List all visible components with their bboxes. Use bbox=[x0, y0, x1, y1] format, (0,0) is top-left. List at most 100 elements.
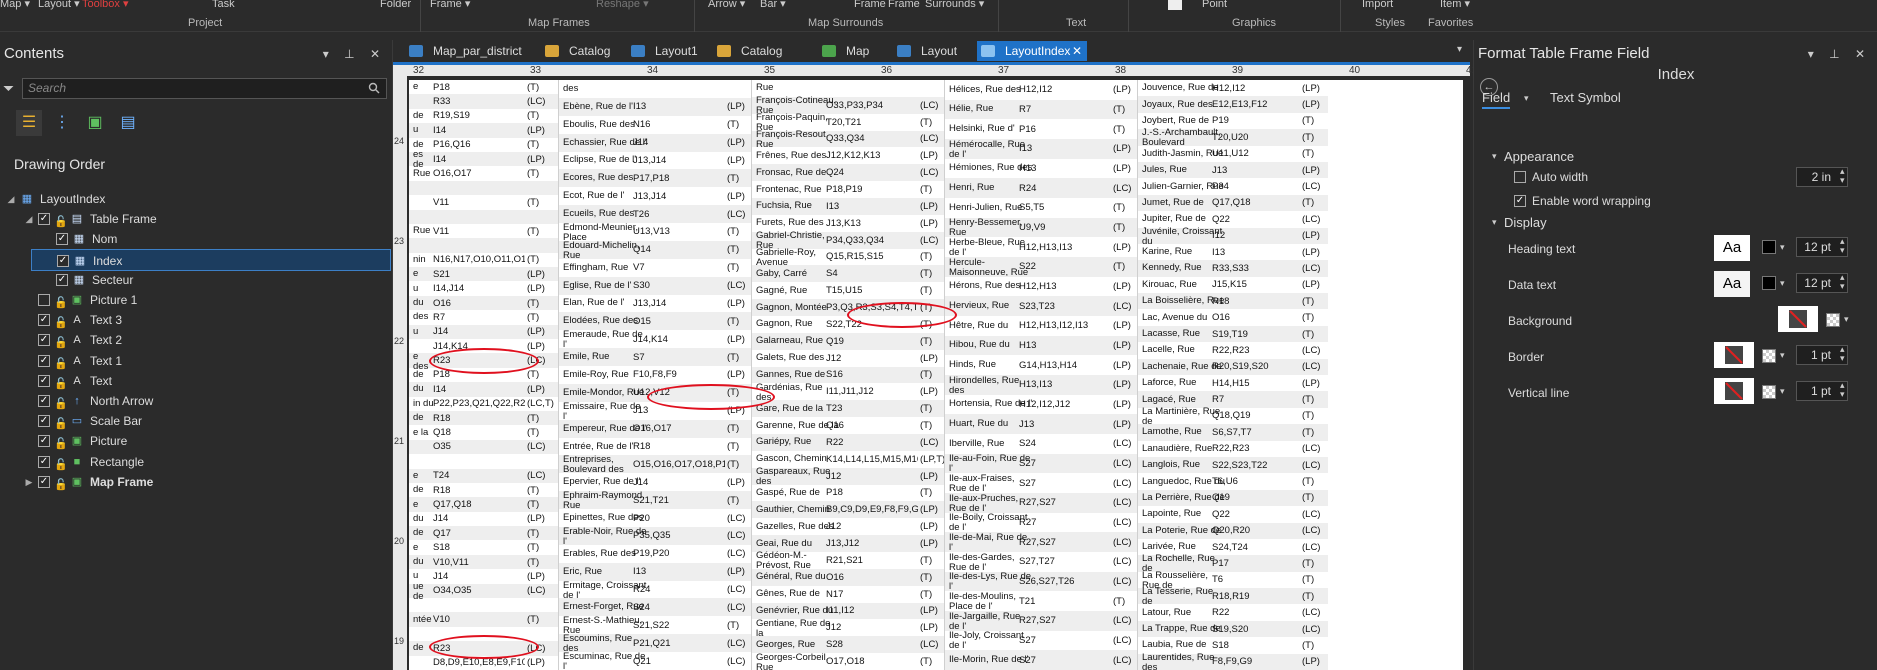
visibility-checkbox[interactable]: ✓ bbox=[56, 273, 68, 286]
expand-chevron-icon[interactable]: ▾ bbox=[1492, 151, 1497, 162]
ribbon-surrounds[interactable]: Surrounds ▾ bbox=[925, 0, 984, 11]
ribbon-item[interactable]: Item ▾ bbox=[1440, 0, 1470, 11]
visibility-checkbox[interactable]: ✓ bbox=[38, 314, 50, 327]
tab-map-par-district[interactable]: Map_par_district bbox=[405, 41, 522, 61]
visibility-checkbox[interactable]: ✓ bbox=[38, 395, 50, 407]
ribbon-reshape[interactable]: Reshape ▾ bbox=[596, 0, 649, 11]
tab-catalog[interactable]: Catalog bbox=[541, 41, 610, 61]
expand-caret-icon[interactable]: ◢ bbox=[24, 208, 34, 230]
heading-text-symbol[interactable]: Aa bbox=[1714, 235, 1750, 261]
source-list-icon[interactable]: ▣ bbox=[82, 110, 108, 136]
spin-icon[interactable]: ▴ ▾ bbox=[1840, 345, 1845, 363]
visibility-checkbox[interactable]: ✓ bbox=[38, 213, 50, 226]
visibility-checkbox[interactable]: ✓ bbox=[38, 455, 50, 468]
visibility-checkbox[interactable]: ✓ bbox=[38, 415, 50, 428]
layer-north-arrow[interactable]: ✓ 🔓 ↑ North Arrow bbox=[0, 390, 392, 412]
ribbon-toolbox-menu[interactable]: Toolbox ▾ bbox=[82, 0, 129, 11]
border-color-swatch[interactable] bbox=[1762, 349, 1776, 363]
close-icon[interactable]: ✕ bbox=[1072, 41, 1082, 61]
layer-nom[interactable]: ✓ ▦ Nom bbox=[0, 228, 392, 250]
selection-list-icon[interactable]: ⋮ bbox=[49, 110, 75, 136]
display-heading[interactable]: Display bbox=[1504, 215, 1547, 230]
search-icon[interactable] bbox=[368, 81, 380, 100]
tab-map[interactable]: Map bbox=[818, 41, 869, 61]
vertical-line-color-swatch[interactable] bbox=[1762, 385, 1776, 399]
background-symbol[interactable] bbox=[1778, 306, 1818, 332]
ribbon-frame[interactable]: Frame ▾ bbox=[430, 0, 470, 11]
border-symbol[interactable] bbox=[1714, 342, 1754, 368]
ribbon-point[interactable]: Point bbox=[1202, 0, 1227, 11]
spin-icon[interactable]: ▴ ▾ bbox=[1840, 381, 1845, 399]
ribbon-task[interactable]: Task bbox=[212, 0, 235, 11]
ribbon-frame-2[interactable]: Frame bbox=[854, 0, 886, 11]
visibility-checkbox[interactable]: ✓ bbox=[38, 475, 50, 488]
ribbon-import[interactable]: Import bbox=[1362, 0, 1393, 11]
visibility-checkbox[interactable] bbox=[38, 294, 50, 306]
visibility-checkbox[interactable]: ✓ bbox=[56, 233, 68, 246]
expand-chevron-icon[interactable]: ▾ bbox=[1492, 217, 1497, 228]
ribbon-layout-menu[interactable]: Layout ▾ bbox=[38, 0, 80, 11]
auto-width-checkbox[interactable] bbox=[1514, 171, 1526, 183]
layer-secteur[interactable]: ✓ ▦ Secteur bbox=[0, 269, 392, 291]
chevron-down-icon[interactable]: ▾ bbox=[1524, 93, 1529, 104]
layer-scale-bar[interactable]: ✓ 🔓 ▭ Scale Bar bbox=[0, 410, 392, 432]
chevron-down-icon[interactable]: ▾ bbox=[1780, 386, 1785, 397]
ribbon-frame-3[interactable]: Frame bbox=[888, 0, 920, 11]
ribbon-bar[interactable]: Bar ▾ bbox=[760, 0, 786, 11]
visibility-checkbox[interactable]: ✓ bbox=[38, 374, 50, 387]
chevron-down-icon[interactable]: ▾ bbox=[1780, 350, 1785, 361]
tab-layoutindex[interactable]: LayoutIndex ✕ bbox=[977, 41, 1087, 61]
chevron-down-icon[interactable]: ▾ bbox=[1780, 278, 1785, 289]
tab-field[interactable]: Field bbox=[1482, 90, 1511, 109]
layout-page[interactable]: e P18 (T) R33 (LC) de R19,S19 (T) u I14 (LP) de P16,… bbox=[409, 80, 1463, 670]
layer-text-1[interactable]: ✓ 🔓 A Text 1 bbox=[0, 350, 392, 372]
spin-icon[interactable]: ▴ ▾ bbox=[1840, 273, 1845, 291]
search-input[interactable]: Search bbox=[22, 78, 387, 99]
layer-picture[interactable]: ✓ 🔓 ▣ Picture bbox=[0, 430, 392, 452]
ribbon-folder[interactable]: Folder bbox=[380, 0, 411, 11]
heading-color-swatch[interactable] bbox=[1762, 240, 1776, 254]
sector-code: (T) bbox=[1113, 103, 1126, 115]
expand-caret-icon[interactable]: ▶ bbox=[24, 471, 34, 493]
visibility-checkbox[interactable]: ✓ bbox=[38, 354, 50, 367]
data-text-symbol[interactable]: Aa bbox=[1714, 271, 1750, 297]
chevron-down-icon[interactable]: ▾ bbox=[1844, 314, 1849, 325]
layer-rectangle[interactable]: ✓ 🔓 ■ Rectangle bbox=[0, 451, 392, 473]
vertical-line-symbol[interactable] bbox=[1714, 378, 1754, 404]
layer-table-frame[interactable]: ◢ ✓ 🔓 ▤ Table Frame bbox=[0, 208, 392, 230]
layer-text-3[interactable]: ✓ 🔓 A Text 3 bbox=[0, 309, 392, 331]
layer-text[interactable]: ✓ 🔓 A Text bbox=[0, 370, 392, 392]
visibility-checkbox[interactable]: ✓ bbox=[38, 435, 50, 448]
visibility-checkbox[interactable]: ✓ bbox=[57, 254, 69, 267]
ribbon-map-menu[interactable]: Map ▾ bbox=[0, 0, 30, 11]
tab-layout1[interactable]: Layout1 bbox=[627, 41, 698, 61]
lock-icon[interactable]: 🔓 bbox=[54, 474, 68, 496]
layer-layoutindex[interactable]: ◢ ▦ LayoutIndex bbox=[0, 188, 392, 210]
background-color-swatch[interactable] bbox=[1826, 313, 1840, 327]
ribbon-fill-swatch[interactable] bbox=[1168, 0, 1182, 10]
data-color-swatch[interactable] bbox=[1762, 276, 1776, 290]
tab-text-symbol[interactable]: Text Symbol bbox=[1550, 90, 1621, 105]
visibility-checkbox[interactable]: ✓ bbox=[38, 334, 50, 347]
filter-icon[interactable]: ⏷ bbox=[3, 80, 14, 97]
tab-catalog-2[interactable]: Catalog bbox=[713, 41, 782, 61]
spin-icon[interactable]: ▴ ▾ bbox=[1840, 167, 1845, 185]
word-wrap-checkbox[interactable]: ✓ bbox=[1514, 195, 1526, 207]
drawing-order-icon[interactable]: ☰ bbox=[16, 110, 42, 136]
pane-controls[interactable]: ▾ ⊥ ✕ bbox=[1808, 40, 1871, 68]
layer-picture-1[interactable]: 🔓 ▣ Picture 1 bbox=[0, 289, 392, 311]
appearance-heading[interactable]: Appearance bbox=[1504, 149, 1574, 164]
spin-icon[interactable]: ▴ ▾ bbox=[1840, 237, 1845, 255]
pane-controls[interactable]: ▾ ⊥ ✕ bbox=[323, 40, 386, 68]
chevron-down-icon[interactable]: ▾ bbox=[1780, 242, 1785, 253]
layer-map-frame[interactable]: ▶ ✓ 🔓 ▣ Map Frame bbox=[0, 471, 392, 493]
layer-index[interactable]: ✓ ▦ Index bbox=[31, 248, 391, 271]
ribbon-arrow[interactable]: Arrow ▾ bbox=[708, 0, 745, 11]
tab-layout[interactable]: Layout bbox=[893, 41, 957, 61]
tab-overflow-icon[interactable]: ▾ bbox=[1457, 44, 1462, 55]
layer-text-2[interactable]: ✓ 🔓 A Text 2 bbox=[0, 329, 392, 351]
sector-code: (T) bbox=[527, 297, 540, 309]
index-code: S7 bbox=[633, 351, 645, 363]
table-list-icon[interactable]: ▤ bbox=[115, 110, 141, 136]
expand-caret-icon[interactable]: ◢ bbox=[6, 188, 16, 210]
